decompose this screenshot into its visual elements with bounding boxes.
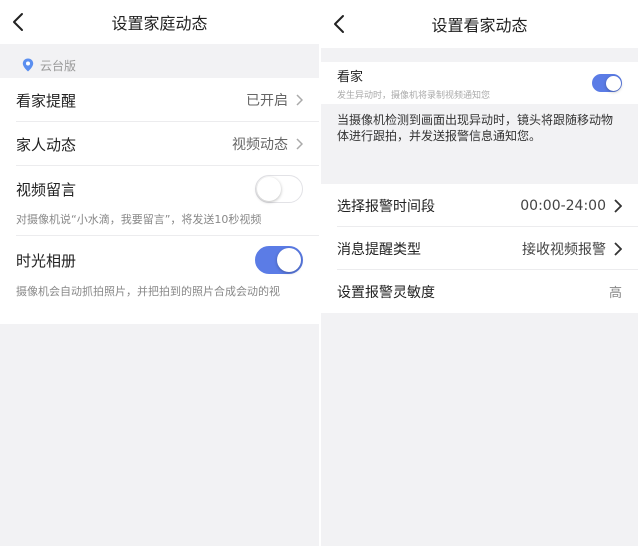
row-guard: 看家 发生异动时，摄像机将录制视频通知您 bbox=[321, 62, 638, 104]
settings-list: 看家提醒 已开启 家人动态 视频动态 视频留言 对摄像机说“小水滴，我要留言”，… bbox=[0, 78, 319, 324]
row-description: 摄像机会自动抓拍照片，并把拍到的照片合成会动的视 bbox=[16, 285, 280, 298]
row-guard-reminder[interactable]: 看家提醒 已开启 bbox=[0, 78, 319, 122]
row-value: 视频动态 bbox=[232, 137, 288, 153]
row-alarm-time[interactable]: 选择报警时间段 00:00-24:00 bbox=[321, 184, 638, 227]
chevron-right-icon bbox=[614, 198, 622, 213]
page-title: 设置家庭动态 bbox=[111, 14, 208, 33]
guard-toggle[interactable] bbox=[592, 74, 622, 92]
chevron-right-icon bbox=[296, 94, 303, 106]
chevron-right-icon bbox=[614, 241, 622, 256]
section-label: 云台版 bbox=[0, 52, 319, 78]
row-alarm-sensitivity[interactable]: 设置报警灵敏度 高 bbox=[321, 270, 638, 313]
info-text: 当摄像机检测到画面出现异动时，镜头将跟随移动物体进行跟拍，并发送报警信息通知您。 bbox=[321, 104, 638, 152]
time-album-toggle[interactable] bbox=[255, 246, 303, 274]
back-button[interactable] bbox=[12, 0, 42, 44]
row-value: 接收视频报警 bbox=[522, 241, 606, 258]
row-value: 00:00-24:00 bbox=[520, 197, 606, 214]
row-value: 高 bbox=[608, 286, 622, 301]
screen-guard-settings: 设置看家动态 看家 发生异动时，摄像机将录制视频通知您 当摄像机检测到画面出现异… bbox=[321, 0, 638, 546]
navbar: 设置看家动态 bbox=[321, 0, 638, 48]
alarm-settings-list: 选择报警时间段 00:00-24:00 消息提醒类型 接收视频报警 设置报警灵敏… bbox=[321, 184, 638, 313]
screen-home-activity-settings: 设置家庭动态 云台版 看家提醒 已开启 家人动态 视频动态 视频留言 对摄像机说… bbox=[0, 0, 319, 546]
chevron-left-icon bbox=[13, 13, 23, 31]
row-value: 已开启 bbox=[246, 93, 288, 109]
chevron-right-icon bbox=[296, 138, 303, 150]
row-family-activity[interactable]: 家人动态 视频动态 bbox=[0, 122, 319, 166]
row-video-message: 视频留言 对摄像机说“小水滴，我要留言”，将发送10秒视频 bbox=[0, 166, 319, 236]
navbar: 设置家庭动态 bbox=[0, 0, 319, 44]
chevron-left-icon bbox=[334, 15, 344, 33]
row-label: 看家 bbox=[337, 69, 364, 85]
row-description: 发生异动时，摄像机将录制视频通知您 bbox=[337, 90, 491, 101]
row-label: 看家提醒 bbox=[16, 91, 77, 110]
row-label: 设置报警灵敏度 bbox=[337, 284, 435, 301]
screens: 设置家庭动态 云台版 看家提醒 已开启 家人动态 视频动态 视频留言 对摄像机说… bbox=[0, 0, 640, 546]
row-time-album: 时光相册 摄像机会自动抓拍照片，并把拍到的照片合成会动的视 bbox=[0, 236, 319, 324]
row-label: 视频留言 bbox=[16, 180, 77, 199]
page-title: 设置看家动态 bbox=[431, 16, 528, 35]
row-label: 选择报警时间段 bbox=[337, 198, 435, 215]
row-label: 时光相册 bbox=[16, 251, 77, 270]
row-message-type[interactable]: 消息提醒类型 接收视频报警 bbox=[321, 227, 638, 270]
row-label: 消息提醒类型 bbox=[337, 241, 421, 258]
section-label-text: 云台版 bbox=[40, 58, 77, 73]
video-message-toggle[interactable] bbox=[255, 175, 303, 203]
row-label: 家人动态 bbox=[16, 135, 77, 154]
row-description: 对摄像机说“小水滴，我要留言”，将发送10秒视频 bbox=[16, 213, 262, 226]
location-pin-icon bbox=[22, 58, 34, 72]
back-button[interactable] bbox=[333, 0, 363, 48]
